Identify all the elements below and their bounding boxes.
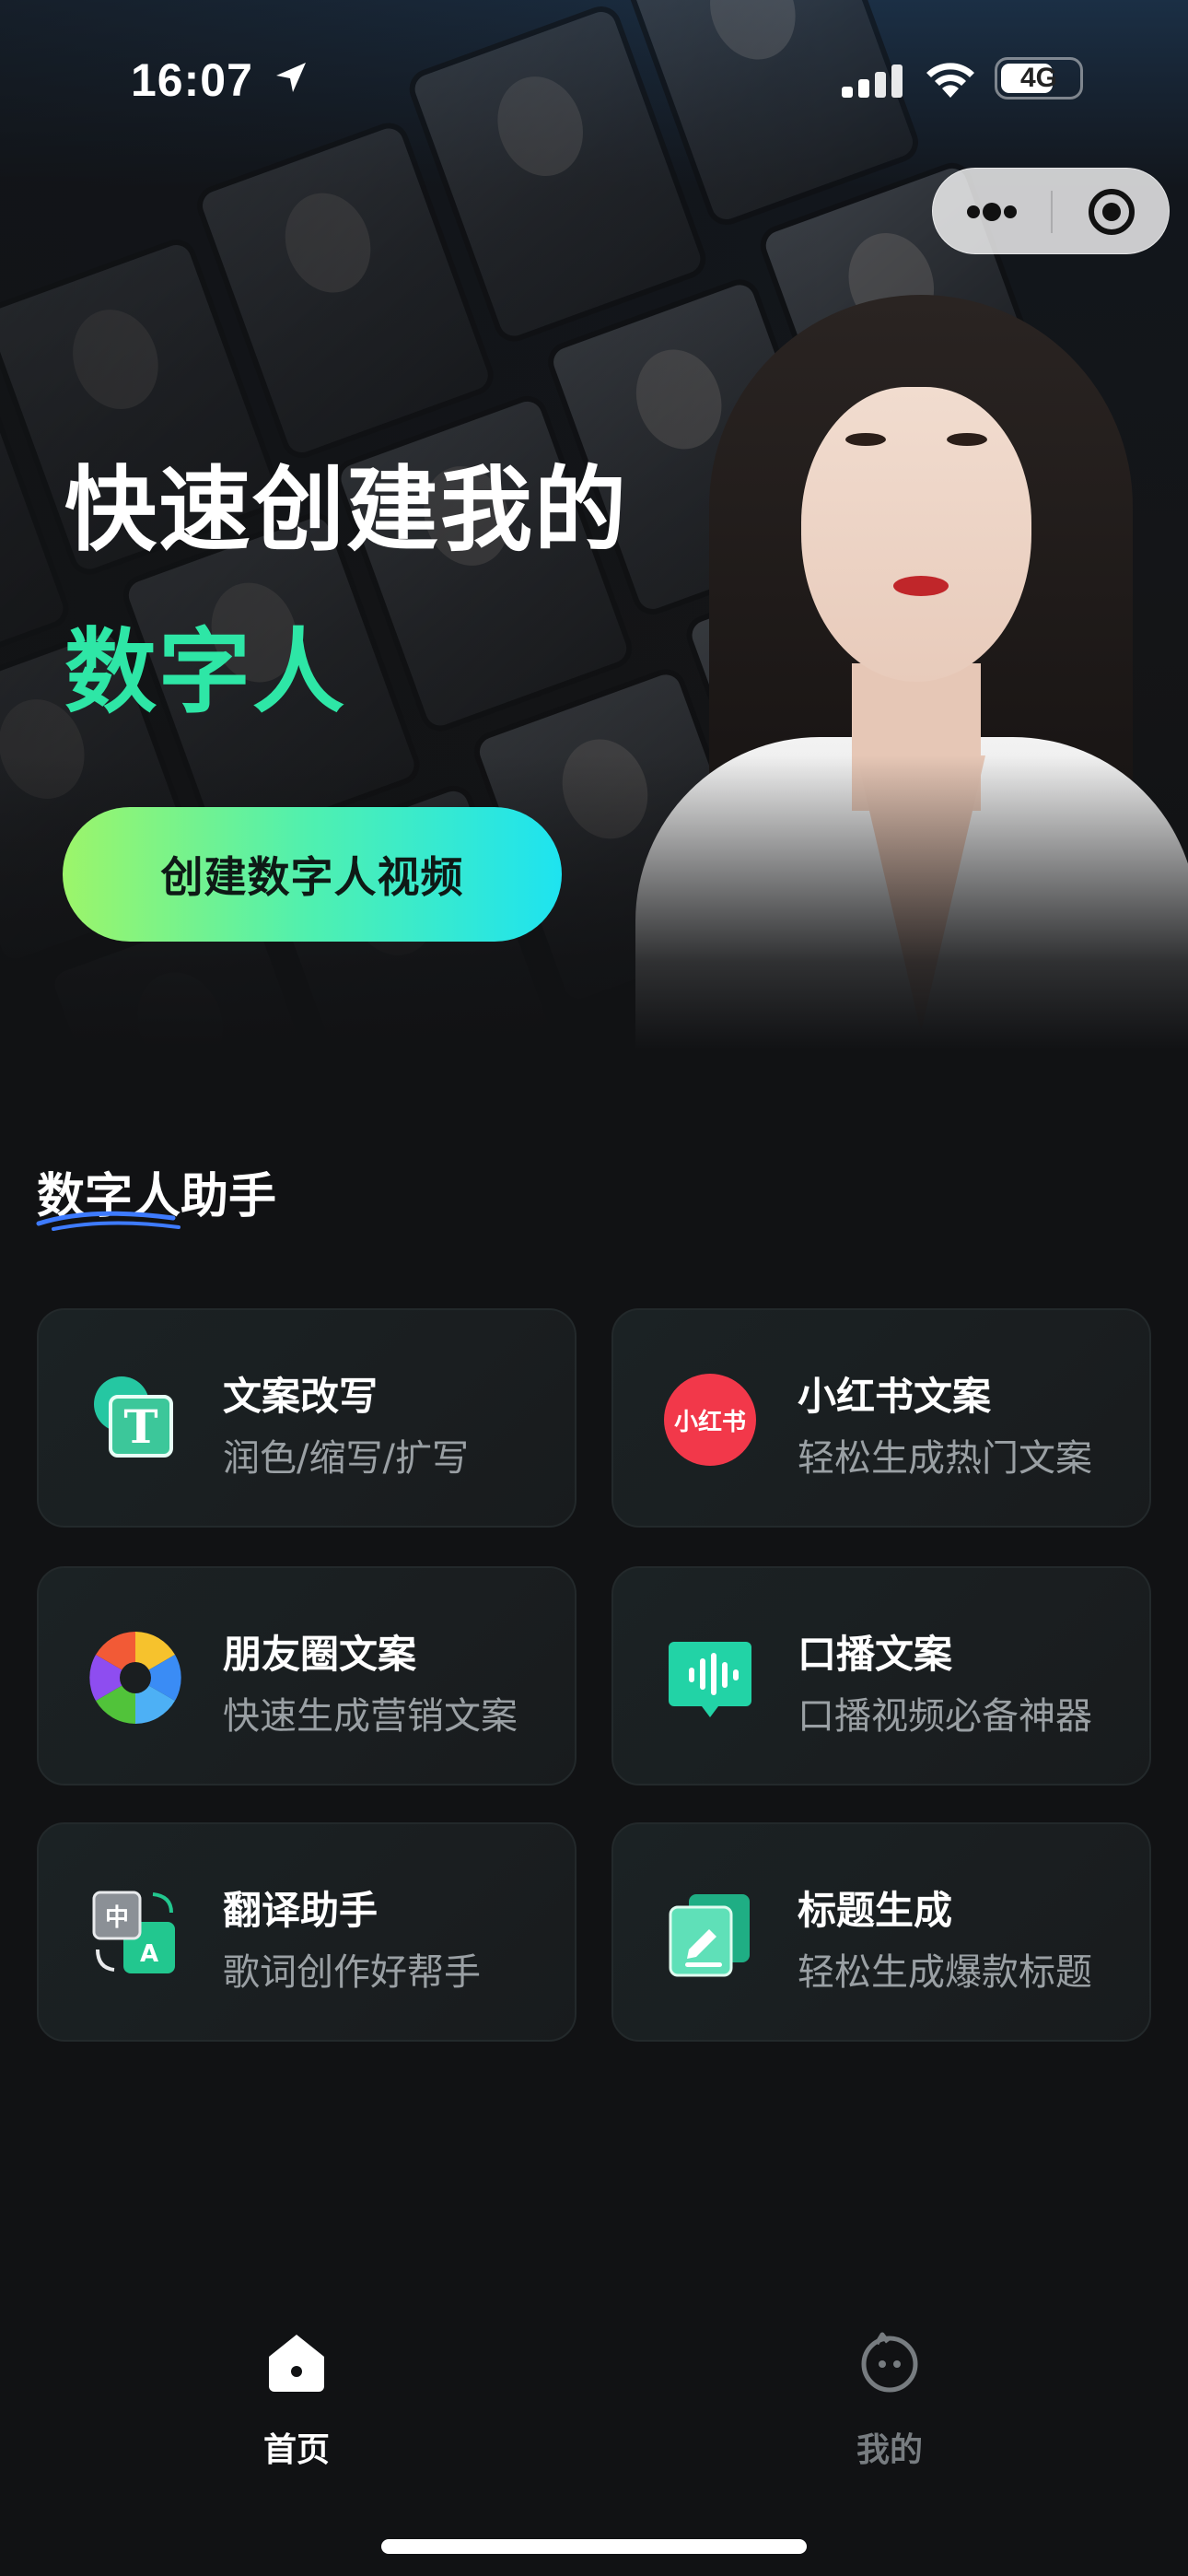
svg-text:A: A (140, 1940, 158, 1968)
card-title-generator[interactable]: 标题生成 轻松生成爆款标题 (611, 1822, 1151, 2042)
card-title: 翻译助手 (223, 1888, 379, 1933)
target-circle-icon[interactable] (1053, 169, 1171, 255)
card-title: 小红书文案 (798, 1374, 992, 1419)
section-underline-decoration (36, 1211, 181, 1231)
tab-profile[interactable]: 我的 (751, 2331, 1028, 2478)
card-translate[interactable]: A 中 翻译助手 歌词创作好帮手 (37, 1822, 577, 2042)
status-time: 16:07 (131, 54, 253, 106)
cta-label: 创建数字人视频 (160, 852, 464, 902)
wifi-icon (926, 63, 974, 98)
card-title: 朋友圈文案 (223, 1632, 417, 1677)
card-voice-script[interactable]: 口播文案 口播视频必备神器 (611, 1566, 1151, 1786)
card-title: 口播文案 (798, 1632, 953, 1677)
more-dots-icon[interactable] (933, 169, 1051, 255)
camera-aperture-icon (89, 1632, 181, 1724)
card-moments[interactable]: 朋友圈文案 快速生成营销文案 (37, 1566, 577, 1786)
cellular-signal-icon (842, 64, 903, 98)
card-title: 标题生成 (798, 1888, 953, 1933)
tab-home[interactable]: 首页 (158, 2331, 435, 2478)
card-subtitle: 快速生成营销文案 (223, 1695, 518, 1738)
card-subtitle: 歌词创作好帮手 (223, 1951, 481, 1994)
audio-wave-icon (669, 1642, 751, 1717)
text-t-icon: T (94, 1376, 173, 1458)
card-subtitle: 润色/缩写/扩写 (223, 1437, 469, 1480)
edit-note-icon (669, 1894, 750, 1977)
xiaohongshu-logo-icon: 小红书 (664, 1374, 756, 1466)
svg-text:T: T (123, 1399, 157, 1454)
card-subtitle: 轻松生成爆款标题 (798, 1951, 1092, 1994)
network-type-label: 4G (1019, 63, 1058, 93)
card-subtitle: 轻松生成热门文案 (798, 1437, 1092, 1480)
hero-banner: 快速创建我的 数字人 创建数字人视频 (0, 0, 1188, 1050)
hero-title-line2: 数字人 (64, 618, 346, 726)
xiaohongshu-logo-text: 小红书 (674, 1408, 746, 1436)
card-title: 文案改写 (223, 1374, 379, 1419)
profile-face-icon (861, 2332, 918, 2393)
translate-icon: A 中 (92, 1891, 175, 1973)
create-digital-human-video-button[interactable]: 创建数字人视频 (63, 807, 562, 942)
status-bar: 16:07 4G (0, 0, 1188, 157)
location-arrow-icon (276, 63, 306, 92)
tab-label: 首页 (262, 2431, 330, 2469)
home-icon (269, 2335, 324, 2392)
battery-icon: 4G (995, 57, 1083, 100)
tab-label: 我的 (856, 2431, 923, 2469)
svg-text:中: 中 (105, 1904, 129, 1932)
card-subtitle: 口播视频必备神器 (798, 1695, 1092, 1738)
miniprogram-capsule (932, 168, 1170, 254)
home-indicator (381, 2539, 807, 2554)
card-copy-rewrite[interactable]: T 文案改写 润色/缩写/扩写 (37, 1308, 577, 1528)
hero-title-line1: 快速创建我的 (64, 456, 628, 564)
card-xiaohongshu[interactable]: 小红书 小红书文案 轻松生成热门文案 (611, 1308, 1151, 1528)
